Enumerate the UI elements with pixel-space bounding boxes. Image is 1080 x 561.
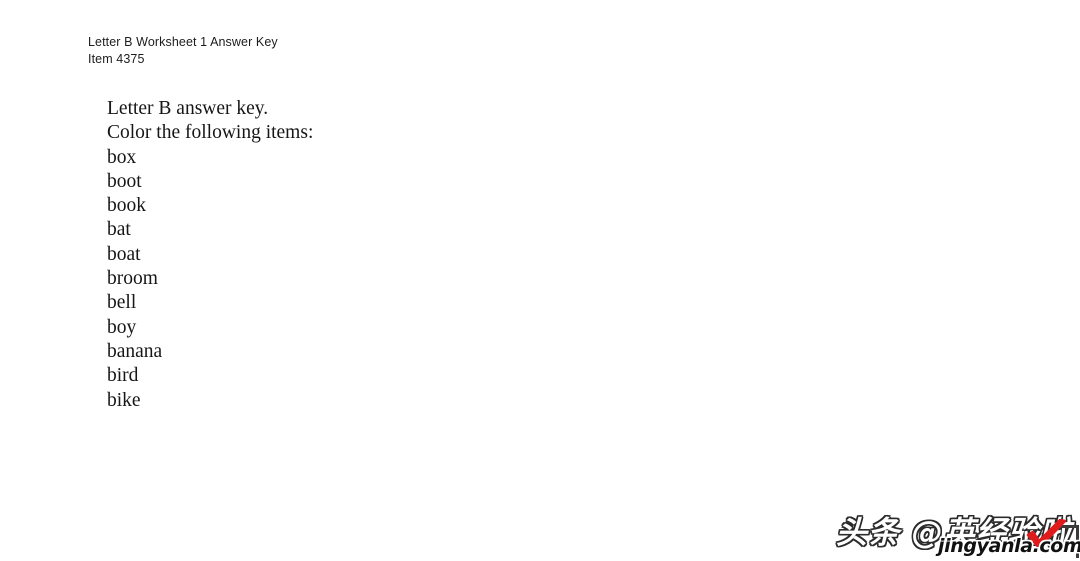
header-title-line: Letter B Worksheet 1 Answer Key (88, 35, 278, 49)
header-item-number: Item 4375 (88, 52, 145, 66)
word-list: box boot book bat boat broom bell boy ba… (107, 146, 313, 413)
list-item: bat (107, 219, 131, 241)
watermark-main-text: 头条 @英经验啦 (836, 515, 1072, 551)
instruction-line: Color the following items: (107, 122, 314, 144)
list-item: bike (107, 389, 141, 411)
checkmark-icon (1026, 519, 1067, 550)
document-body: Letter B answer key. Color the following… (107, 97, 313, 413)
list-item: box (107, 146, 137, 168)
watermark: 头条 @英经验啦 jingyanla.com (836, 503, 1080, 561)
list-item: boy (107, 316, 137, 338)
bracket-icon (1056, 525, 1079, 558)
list-item: bell (107, 292, 137, 314)
list-item: bird (107, 365, 139, 387)
document-header: Letter B Worksheet 1 Answer Key Item 437… (88, 34, 278, 68)
list-item: banana (107, 340, 163, 362)
worksheet-page: Letter B Worksheet 1 Answer Key Item 437… (0, 0, 1080, 561)
answer-key-title: Letter B answer key. (107, 98, 269, 119)
list-item: boot (107, 170, 142, 192)
watermark-logo-text: jingyanla.com (938, 535, 1080, 557)
list-item: book (107, 195, 146, 217)
watermark-logo: jingyanla.com (938, 519, 1080, 561)
list-item: boat (107, 243, 141, 265)
list-item: broom (107, 268, 158, 290)
